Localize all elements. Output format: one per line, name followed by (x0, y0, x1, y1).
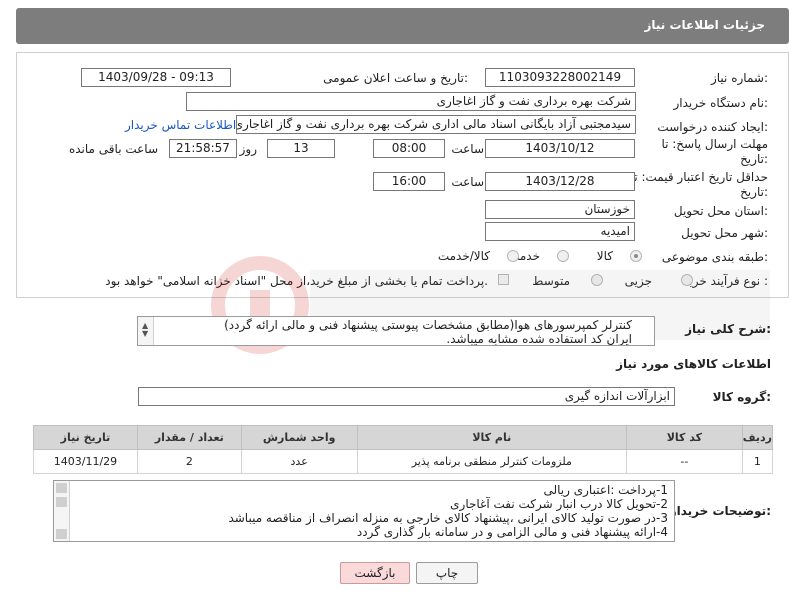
col-need-date: تاریخ نیاز (33, 425, 138, 450)
validity-time-label: ساعت (451, 175, 484, 189)
page-title: جزئیات اطلاعات نیاز (644, 18, 765, 32)
city-label: شهر محل تحویل: (681, 226, 768, 240)
description-label: شرح کلی نیاز: (685, 322, 771, 336)
scroll-up-icon[interactable] (56, 483, 67, 493)
buyer-note-line-2: 2-تحویل کالا درب انبار شرکت نفت آغاجاری (450, 497, 668, 511)
description-line-2: ایران کد استفاده شده مشابه میباشد. (446, 332, 632, 346)
table-header-row: ردیف کد کالا نام کالا واحد شمارش تعداد /… (33, 425, 774, 450)
scroll-down-icon[interactable] (56, 529, 67, 539)
process-label: نوع فرآیند خرید : (683, 274, 768, 288)
validity-date-label: تاریخ: (740, 185, 768, 199)
cell-row-number: 1 (741, 449, 774, 474)
table-row[interactable]: 1 -- ملزومات کنترلر منطقی برنامه پذیر عد… (33, 449, 774, 474)
details-panel: شماره نیاز: 1103093228002149 تاریخ و ساع… (16, 52, 789, 298)
category-option-goods: کالا (596, 249, 613, 263)
col-row-number: ردیف (741, 425, 774, 450)
items-table: ردیف کد کالا نام کالا واحد شمارش تعداد /… (33, 425, 774, 474)
validity-time-field[interactable]: 16:00 (373, 172, 445, 191)
deadline-date-label: تاریخ: (740, 152, 768, 166)
province-label: استان محل تحویل: (673, 204, 768, 218)
process-radio-small[interactable] (681, 274, 693, 286)
buyer-note-line-1: 1-پرداخت :اعتباری ریالی (543, 483, 668, 497)
category-option-both: کالا/خدمت (437, 249, 490, 263)
buyer-contact-link[interactable]: اطلاعات تماس خریدار (125, 118, 236, 132)
province-field[interactable]: خوزستان (485, 200, 635, 219)
buyer-field[interactable]: شرکت بهره برداری نفت و گاز اغاجاری (186, 92, 636, 111)
validity-label: حداقل تاریخ اعتبار قیمت: تا (630, 170, 768, 184)
announce-date-label: تاریخ و ساعت اعلان عمومی: (323, 71, 468, 85)
cell-item-code: -- (626, 449, 743, 474)
category-radio-service[interactable] (557, 250, 569, 262)
col-unit: واحد شمارش (240, 425, 358, 450)
treasury-payment-checkbox[interactable] (498, 274, 509, 285)
goods-info-title: اطلاعات کالاهای مورد نیاز (616, 357, 771, 371)
city-field[interactable]: امیدیه (485, 222, 635, 241)
deadline-time-label: ساعت (451, 142, 484, 156)
scroll-down-icon[interactable]: ▼ (142, 327, 148, 341)
cell-quantity: 2 (136, 449, 242, 474)
notes-scrollbar[interactable] (54, 481, 70, 541)
deadline-date-field[interactable]: 1403/10/12 (485, 139, 635, 158)
buyer-note-line-3: 3-در صورت تولید کالای ایرانی ،پیشنهاد کا… (228, 511, 668, 525)
buyer-notes-textarea[interactable]: 1-پرداخت :اعتباری ریالی 2-تحویل کالا درب… (53, 480, 675, 542)
description-line-1: کنترلر کمپرسورهای هوا(مطابق مشخصات پیوست… (224, 318, 632, 332)
goods-group-field[interactable]: ابزارآلات اندازه گیری (138, 387, 675, 406)
cell-unit: عدد (240, 449, 358, 474)
announce-date-field[interactable]: 1403/09/28 - 09:13 (81, 68, 231, 87)
description-textarea[interactable]: کنترلر کمپرسورهای هوا(مطابق مشخصات پیوست… (137, 316, 655, 346)
buyer-notes-label: توضیحات خریدار: (669, 504, 771, 518)
col-item-code: کد کالا (626, 425, 743, 450)
deadline-time-field[interactable]: 08:00 (373, 139, 445, 158)
need-number-label: شماره نیاز: (710, 71, 768, 85)
category-label: طبقه بندی موضوعی: (661, 250, 768, 264)
process-option-small: جزیی (624, 274, 652, 288)
process-option-medium: متوسط (532, 274, 570, 288)
category-radio-goods[interactable] (630, 250, 642, 262)
print-button[interactable]: چاپ (416, 562, 478, 584)
days-remaining-field[interactable]: 13 (267, 139, 335, 158)
deadline-label: مهلت ارسال پاسخ: تا (661, 137, 768, 151)
time-remaining-field[interactable]: 21:58:57 (169, 139, 237, 158)
col-quantity: تعداد / مقدار (136, 425, 242, 450)
treasury-payment-note: پرداخت تمام یا بخشی از مبلغ خرید،از محل … (105, 274, 488, 288)
creator-label: ایجاد کننده درخواست: (657, 120, 768, 134)
goods-group-label: گروه کالا: (712, 390, 771, 404)
validity-date-field[interactable]: 1403/12/28 (485, 172, 635, 191)
description-scrollbar[interactable]: ▲ ▼ (138, 317, 154, 345)
time-remaining-label: ساعت باقی مانده (68, 142, 158, 156)
scroll-thumb[interactable] (56, 497, 67, 507)
category-radio-both[interactable] (507, 250, 519, 262)
back-button[interactable]: بازگشت (340, 562, 410, 584)
cell-item-name: ملزومات کنترلر منطقی برنامه پذیر (356, 449, 628, 474)
cell-need-date: 1403/11/29 (33, 449, 138, 474)
col-item-name: نام کالا (356, 425, 628, 450)
buyer-label: نام دستگاه خریدار: (673, 96, 769, 110)
page-header: جزئیات اطلاعات نیاز (16, 8, 789, 44)
buyer-note-line-4: 4-ارائه پیشنهاد فنی و مالی الزامی و در س… (356, 525, 668, 539)
process-radio-medium[interactable] (591, 274, 603, 286)
creator-field[interactable]: سیدمجتبی آزاد بایگانی اسناد مالی اداری ش… (236, 115, 636, 134)
need-number-field[interactable]: 1103093228002149 (485, 68, 635, 87)
